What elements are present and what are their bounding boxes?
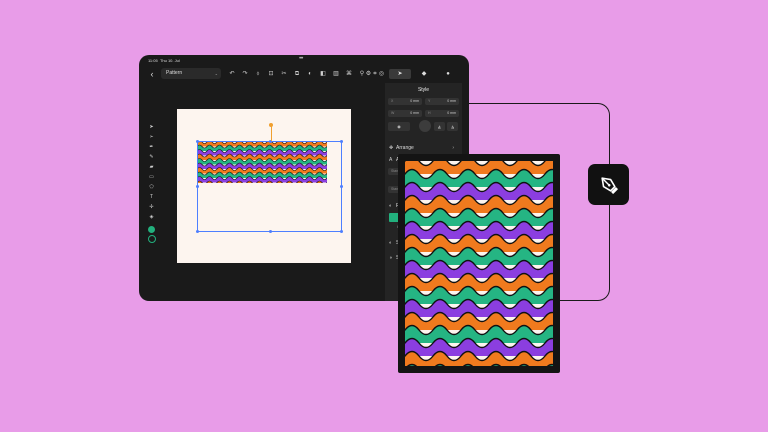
selection-handle[interactable]: [196, 140, 199, 143]
rotation-line: [270, 126, 272, 141]
tab-more[interactable]: ●: [437, 69, 459, 79]
top-toolbar: ‹ Pattern ⌄ ↶ ↷ ⬨ ⊡ ✂ ⧉ ◐ ◧ ▥ ⌘ ⚲ ⌗ ⚙ ◎ ➤ ◆ ●: [139, 67, 469, 81]
selection-box[interactable]: [196, 140, 343, 233]
status-time: 11:05: [148, 58, 158, 63]
selection-handle[interactable]: [340, 185, 343, 188]
direct-select-tool-icon[interactable]: ➢: [148, 133, 156, 141]
select-tool-icon[interactable]: ➤: [148, 123, 156, 131]
fill-swatch[interactable]: [148, 226, 155, 233]
transform-icon[interactable]: ⊡: [266, 69, 276, 79]
toolbar-actions: ↶ ↷ ⬨ ⊡ ✂ ⧉ ◐ ◧ ▥ ⌘ ⚲ ⌗: [227, 69, 380, 79]
x-field[interactable]: X0 mm: [388, 98, 422, 105]
selection-handle[interactable]: [340, 140, 343, 143]
artboard[interactable]: [177, 109, 351, 263]
redo-icon[interactable]: ↷: [240, 69, 250, 79]
align-button[interactable]: ◉: [388, 122, 410, 131]
tab-layers[interactable]: ◆: [413, 69, 435, 79]
selection-handle[interactable]: [196, 185, 199, 188]
layers-icon[interactable]: ◎: [376, 69, 387, 79]
undo-icon[interactable]: ↶: [227, 69, 237, 79]
status-date: Thu 10. Jul: [159, 58, 180, 63]
wave-pattern-large: [405, 161, 553, 366]
link-icon[interactable]: ⌘: [344, 69, 354, 79]
text-tool-icon[interactable]: T: [148, 193, 156, 201]
align-button[interactable]: ◮: [447, 122, 458, 131]
pen-tool-icon[interactable]: ✒: [148, 143, 156, 151]
trash-icon[interactable]: ▥: [331, 69, 341, 79]
selection-handle[interactable]: [196, 230, 199, 233]
brush-tool-icon[interactable]: ▰: [148, 163, 156, 171]
chevron-down-icon: ⌄: [214, 71, 218, 76]
back-button[interactable]: ‹: [147, 68, 157, 80]
document-name-field[interactable]: Pattern ⌄: [161, 68, 221, 79]
shape-tool-icon[interactable]: ⬠: [148, 183, 156, 191]
status-bar: 11:05 Thu 10. Jul •••: [139, 55, 469, 65]
arrange-section[interactable]: ✥ Arrange ›: [389, 145, 458, 151]
rotation-knob[interactable]: [419, 120, 431, 132]
eraser-tool-icon[interactable]: ◈: [148, 213, 156, 221]
paint-brush-icon[interactable]: ⬨: [253, 69, 263, 79]
shape-builder-icon[interactable]: ◐: [305, 69, 315, 79]
tool-palette: ➤ ➢ ✒ ✎ ▰ ▭ ⬠ T ✢ ◈: [147, 123, 156, 243]
tab-style[interactable]: ➤: [389, 69, 411, 79]
multitask-dots[interactable]: •••: [299, 56, 303, 62]
settings-icon[interactable]: ⚙: [363, 69, 374, 79]
stroke-swatch[interactable]: [147, 235, 156, 243]
pen-tool-badge: [588, 164, 629, 205]
document-name: Pattern: [166, 70, 183, 76]
framed-print: [398, 154, 560, 373]
rotation-handle[interactable]: [269, 123, 273, 127]
y-field[interactable]: Y0 mm: [425, 98, 459, 105]
copy-icon[interactable]: ⧉: [292, 69, 302, 79]
rectangle-tool-icon[interactable]: ▭: [148, 173, 156, 181]
selection-handle[interactable]: [340, 230, 343, 233]
align-button[interactable]: ◭: [434, 122, 445, 131]
print-artwork: [405, 161, 553, 366]
move-icon: ✥: [389, 145, 394, 151]
panel-title: Style: [417, 87, 430, 93]
boolean-icon[interactable]: ◧: [318, 69, 328, 79]
pencil-tool-icon[interactable]: ✎: [148, 153, 156, 161]
toolbar-right: ⚙ ◎ ➤ ◆ ●: [363, 69, 459, 79]
w-field[interactable]: W0 mm: [388, 110, 422, 117]
pen-nib-icon: [601, 177, 618, 194]
selection-handle[interactable]: [269, 230, 272, 233]
gradient-tool-icon[interactable]: ✢: [148, 203, 156, 211]
wave-band: [405, 161, 553, 174]
chevron-right-icon: ›: [452, 145, 454, 151]
h-field[interactable]: H0 mm: [425, 110, 459, 117]
scissors-icon[interactable]: ✂: [279, 69, 289, 79]
